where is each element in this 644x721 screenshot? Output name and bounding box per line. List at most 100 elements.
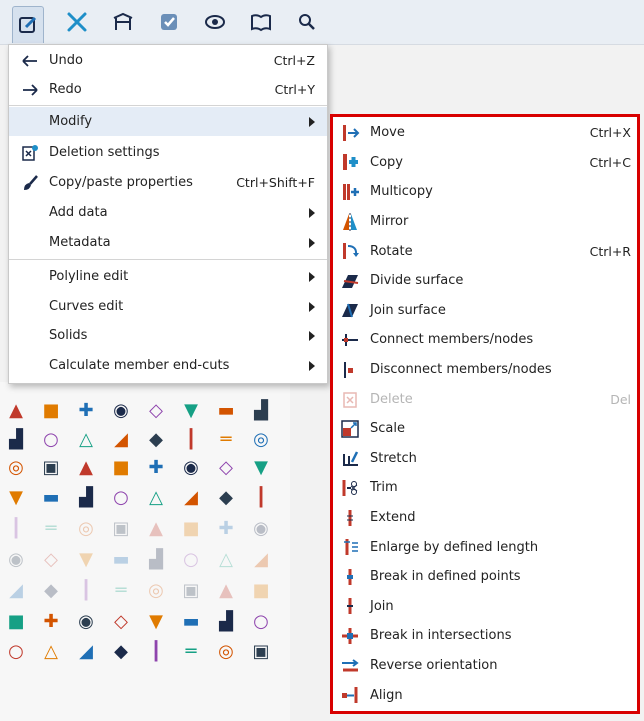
cylinder-icon[interactable]: ┃ bbox=[5, 518, 27, 540]
submenu-item-trim[interactable]: Trim bbox=[333, 473, 637, 503]
dash-member-icon[interactable]: ○ bbox=[40, 429, 62, 451]
dish-icon[interactable]: ■ bbox=[40, 400, 62, 422]
diag-icon[interactable]: ■ bbox=[110, 457, 132, 479]
menu-item-polyline-edit[interactable]: Polyline edit bbox=[9, 262, 327, 291]
menu-item-add-data[interactable]: Add data bbox=[9, 198, 327, 227]
pipe-icon[interactable]: ▟ bbox=[5, 429, 27, 451]
check-icon[interactable] bbox=[154, 8, 184, 36]
plate-icon[interactable]: ▣ bbox=[110, 518, 132, 540]
panel5-icon[interactable]: ◎ bbox=[145, 580, 167, 602]
panel8-icon[interactable]: ■ bbox=[250, 580, 272, 602]
rod-icon[interactable]: ■ bbox=[180, 518, 202, 540]
mesh-icon[interactable]: △ bbox=[40, 641, 62, 663]
submenu-item-enlarge-by-defined-length[interactable]: Enlarge by defined length bbox=[333, 532, 637, 562]
cross-icon[interactable]: ▬ bbox=[215, 400, 237, 422]
member-icon[interactable]: ▟ bbox=[250, 400, 272, 422]
load3-icon[interactable]: ▼ bbox=[75, 549, 97, 571]
structure-icon[interactable] bbox=[108, 8, 138, 36]
submenu-item-align[interactable]: Align bbox=[333, 680, 637, 710]
menu-item-redo[interactable]: Redo Ctrl+Y bbox=[9, 75, 327, 104]
ty-icon[interactable]: ▣ bbox=[40, 457, 62, 479]
double-o-icon[interactable]: △ bbox=[75, 429, 97, 451]
circle-icon[interactable]: ▼ bbox=[5, 487, 27, 509]
submenu-item-scale[interactable]: Scale bbox=[333, 414, 637, 444]
frame-icon[interactable]: ◉ bbox=[110, 400, 132, 422]
tools-icon[interactable] bbox=[62, 8, 92, 36]
surface-icon[interactable]: ═ bbox=[40, 518, 62, 540]
angle-icon[interactable]: ○ bbox=[110, 487, 132, 509]
support2-icon[interactable]: ✚ bbox=[40, 611, 62, 633]
gradient-icon[interactable]: ═ bbox=[180, 641, 202, 663]
view-icon[interactable] bbox=[200, 8, 230, 36]
submenu-item-disconnect-members-nodes[interactable]: Disconnect members/nodes bbox=[333, 355, 637, 385]
panel-icon[interactable]: ◢ bbox=[5, 580, 27, 602]
grid-x-icon[interactable]: ✚ bbox=[145, 457, 167, 479]
pentagon-icon[interactable]: ◢ bbox=[180, 487, 202, 509]
box-icon[interactable]: ┃ bbox=[145, 641, 167, 663]
support3-icon[interactable]: ◉ bbox=[75, 611, 97, 633]
cone-icon[interactable]: ▲ bbox=[5, 400, 27, 422]
search-icon[interactable] bbox=[292, 8, 322, 36]
submenu-item-break-in-intersections[interactable]: Break in intersections bbox=[333, 621, 637, 651]
menu-item-metadata[interactable]: Metadata bbox=[9, 228, 327, 257]
curve-icon[interactable]: ◢ bbox=[110, 429, 132, 451]
menu-item-deletion-settings[interactable]: Deletion settings bbox=[9, 138, 327, 167]
pipe-red-icon[interactable]: ▣ bbox=[250, 641, 272, 663]
span-x-icon[interactable]: ┃ bbox=[180, 429, 202, 451]
node-icon[interactable]: ◢ bbox=[75, 641, 97, 663]
target-icon[interactable]: △ bbox=[145, 487, 167, 509]
menu-item-undo[interactable]: Undo Ctrl+Z bbox=[9, 46, 327, 75]
menu-item-copy-paste-properties[interactable]: Copy/paste properties Ctrl+Shift+F bbox=[9, 168, 327, 197]
slab-icon[interactable]: ▲ bbox=[145, 518, 167, 540]
load8-icon[interactable]: ◢ bbox=[250, 549, 272, 571]
submenu-item-extend[interactable]: Extend bbox=[333, 503, 637, 533]
panel7-icon[interactable]: ▲ bbox=[215, 580, 237, 602]
submenu-item-reverse-orientation[interactable]: Reverse orientation bbox=[333, 651, 637, 681]
arrow-icon[interactable]: ▼ bbox=[250, 457, 272, 479]
grid-y-icon[interactable]: ◉ bbox=[180, 457, 202, 479]
menu-item-calculate-member-end-cuts[interactable]: Calculate member end-cuts bbox=[9, 351, 327, 380]
roof-icon[interactable]: ◎ bbox=[215, 641, 237, 663]
submenu-item-mirror[interactable]: Mirror bbox=[333, 207, 637, 237]
menu-item-curves-edit[interactable]: Curves edit bbox=[9, 292, 327, 321]
ring-icon[interactable]: ▬ bbox=[40, 487, 62, 509]
submenu-item-stretch[interactable]: Stretch bbox=[333, 444, 637, 474]
load-icon[interactable]: ◉ bbox=[5, 549, 27, 571]
submenu-item-join-surface[interactable]: Join surface bbox=[333, 296, 637, 326]
panel3-icon[interactable]: ┃ bbox=[75, 580, 97, 602]
structure-icon[interactable]: ▼ bbox=[180, 400, 202, 422]
arch-icon[interactable]: ▬ bbox=[180, 611, 202, 633]
prism-icon[interactable]: ◆ bbox=[110, 641, 132, 663]
submenu-item-join[interactable]: Join bbox=[333, 592, 637, 622]
submenu-item-move[interactable]: Move Ctrl+X bbox=[333, 118, 637, 148]
load6-icon[interactable]: ○ bbox=[180, 549, 202, 571]
tube-icon[interactable]: ◉ bbox=[250, 518, 272, 540]
load4-icon[interactable]: ▬ bbox=[110, 549, 132, 571]
edit-icon[interactable] bbox=[12, 6, 44, 43]
curved-beam-icon[interactable]: ▼ bbox=[145, 611, 167, 633]
support-icon[interactable]: ■ bbox=[5, 611, 27, 633]
a-frame-icon[interactable]: ◆ bbox=[145, 429, 167, 451]
submenu-item-connect-members-nodes[interactable]: Connect members/nodes bbox=[333, 325, 637, 355]
submenu-item-divide-surface[interactable]: Divide surface bbox=[333, 266, 637, 296]
submenu-item-multicopy[interactable]: Multicopy bbox=[333, 177, 637, 207]
columns-icon[interactable]: ◇ bbox=[145, 400, 167, 422]
menu-item-solids[interactable]: Solids bbox=[9, 321, 327, 350]
arch-bold-icon[interactable]: ▟ bbox=[215, 611, 237, 633]
load5-icon[interactable]: ▟ bbox=[145, 549, 167, 571]
tx-icon[interactable]: ◎ bbox=[5, 457, 27, 479]
grid-z-icon[interactable]: ◇ bbox=[215, 457, 237, 479]
span-z-icon[interactable]: ◎ bbox=[250, 429, 272, 451]
submenu-item-break-in-defined-points[interactable]: Break in defined points bbox=[333, 562, 637, 592]
panel6-icon[interactable]: ▣ bbox=[180, 580, 202, 602]
menu-item-modify[interactable]: Modify bbox=[9, 107, 327, 136]
metal-icon[interactable]: ○ bbox=[250, 611, 272, 633]
load2-icon[interactable]: ◇ bbox=[40, 549, 62, 571]
panel2-icon[interactable]: ◆ bbox=[40, 580, 62, 602]
support4-icon[interactable]: ◇ bbox=[110, 611, 132, 633]
diagonal-icon[interactable]: ○ bbox=[5, 641, 27, 663]
span-y-icon[interactable]: ═ bbox=[215, 429, 237, 451]
panel4-icon[interactable]: ═ bbox=[110, 580, 132, 602]
submenu-item-copy[interactable]: Copy Ctrl+C bbox=[333, 148, 637, 178]
ring-bold-icon[interactable]: ▟ bbox=[75, 487, 97, 509]
